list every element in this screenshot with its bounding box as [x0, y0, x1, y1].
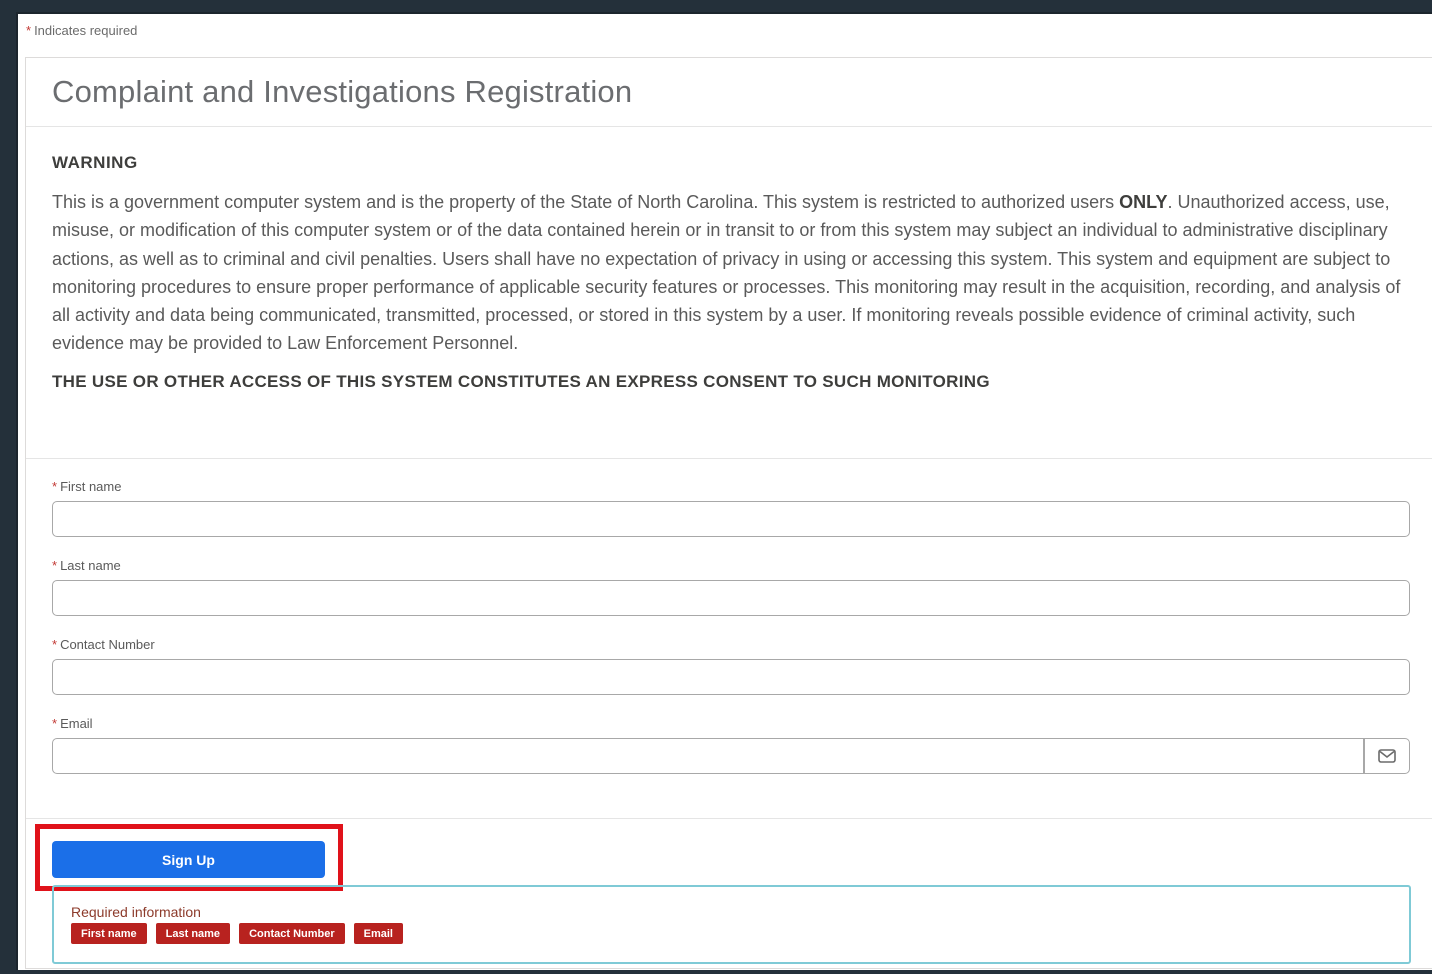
mail-icon: [1378, 749, 1396, 763]
first-name-input[interactable]: [52, 501, 1410, 537]
required-star: *: [52, 637, 58, 652]
required-indicator-note: * Indicates required: [26, 23, 137, 38]
required-information-title: Required information: [71, 904, 201, 920]
email-field: * Email: [52, 716, 1432, 774]
required-star: *: [52, 716, 58, 731]
signup-button[interactable]: Sign Up: [52, 841, 325, 878]
required-note-text: Indicates required: [34, 23, 138, 38]
warning-consent: THE USE OR OTHER ACCESS OF THIS SYSTEM C…: [52, 371, 990, 391]
registration-form: * First name * Last name * Contact Number *…: [26, 459, 1432, 819]
required-star: *: [52, 558, 58, 573]
last-name-label-text: Last name: [60, 558, 121, 573]
registration-card: Complaint and Investigations Registratio…: [25, 57, 1432, 969]
warning-section: WARNING This is a government computer sy…: [26, 127, 1432, 459]
page-title: Complaint and Investigations Registratio…: [52, 74, 633, 109]
warning-body-part2: . Unauthorized access, use, misuse, or m…: [52, 192, 1401, 354]
form-actions: Sign Up Required information First name …: [26, 819, 1432, 964]
contact-number-label-text: Contact Number: [60, 637, 155, 652]
required-star: *: [52, 479, 58, 494]
email-icon-box: [1364, 738, 1410, 774]
first-name-label-text: First name: [60, 479, 122, 494]
last-name-label: * Last name: [52, 558, 1432, 580]
first-name-field: * First name: [52, 479, 1432, 537]
contact-number-label: * Contact Number: [52, 637, 1432, 659]
contact-number-field: * Contact Number: [52, 637, 1432, 695]
required-chip-email[interactable]: Email: [353, 923, 403, 944]
registration-page: * Indicates required Complaint and Invest…: [16, 12, 1432, 970]
required-chip-contact-number[interactable]: Contact Number: [239, 923, 345, 944]
warning-body: This is a government computer system and…: [52, 188, 1412, 358]
required-chip-list: First name Last name Contact Number Emai…: [71, 923, 1409, 944]
last-name-input[interactable]: [52, 580, 1410, 616]
email-label: * Email: [52, 716, 1432, 738]
contact-number-input[interactable]: [52, 659, 1410, 695]
first-name-label: * First name: [52, 479, 1432, 501]
required-star: *: [26, 23, 32, 38]
warning-heading: WARNING: [52, 153, 138, 172]
email-input[interactable]: [52, 738, 1364, 774]
warning-body-emphasis: ONLY: [1119, 192, 1168, 212]
warning-body-part1: This is a government computer system and…: [52, 192, 1120, 212]
email-input-group: [52, 738, 1410, 774]
last-name-field: * Last name: [52, 558, 1432, 616]
required-chip-first-name[interactable]: First name: [71, 923, 147, 944]
email-label-text: Email: [60, 716, 93, 731]
card-header: Complaint and Investigations Registratio…: [26, 58, 1432, 127]
required-chip-last-name[interactable]: Last name: [155, 923, 231, 944]
required-information-panel: Required information First name Last nam…: [52, 885, 1411, 964]
